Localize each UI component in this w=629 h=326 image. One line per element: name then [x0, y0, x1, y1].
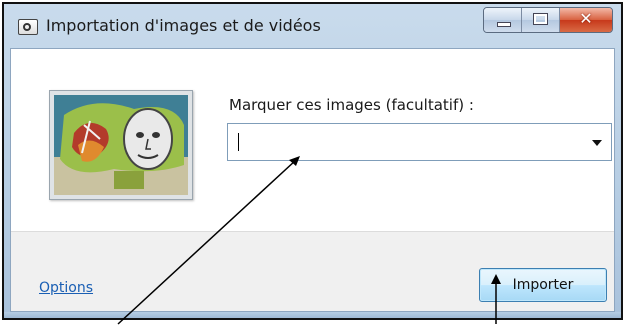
dialog-client-area: Marquer ces images (facultatif) : Option…: [10, 48, 615, 312]
maximize-button[interactable]: [522, 8, 560, 32]
dialog-footer: Options Importer: [11, 231, 614, 311]
screenshot-frame: Importation d'images et de vidéos ✕ Marq…: [2, 2, 623, 320]
tag-input[interactable]: [236, 130, 576, 154]
close-button[interactable]: ✕: [560, 8, 612, 32]
options-link[interactable]: Options: [39, 280, 93, 296]
tag-combobox[interactable]: [227, 123, 612, 161]
minimize-icon: [497, 22, 511, 27]
window-title: Importation d'images et de vidéos: [46, 16, 321, 35]
text-cursor: [238, 133, 239, 151]
tag-label: Marquer ces images (facultatif) :: [229, 96, 474, 114]
import-button[interactable]: Importer: [479, 268, 607, 302]
title-bar[interactable]: Importation d'images et de vidéos ✕: [4, 4, 621, 48]
screenshot: Importation d'images et de vidéos ✕ Marq…: [0, 0, 629, 326]
minimize-button[interactable]: [484, 8, 522, 32]
thumbnail-image: [54, 95, 188, 195]
maximize-icon: [533, 13, 548, 25]
image-thumbnail: [49, 90, 193, 200]
close-icon: ✕: [579, 9, 593, 28]
dialog-content: Marquer ces images (facultatif) :: [11, 49, 614, 231]
caption-buttons: ✕: [483, 7, 613, 33]
camera-icon: [18, 19, 38, 35]
chevron-down-icon[interactable]: [587, 134, 605, 150]
window-bottom-border: [4, 312, 621, 318]
import-dialog: Importation d'images et de vidéos ✕ Marq…: [4, 4, 621, 318]
